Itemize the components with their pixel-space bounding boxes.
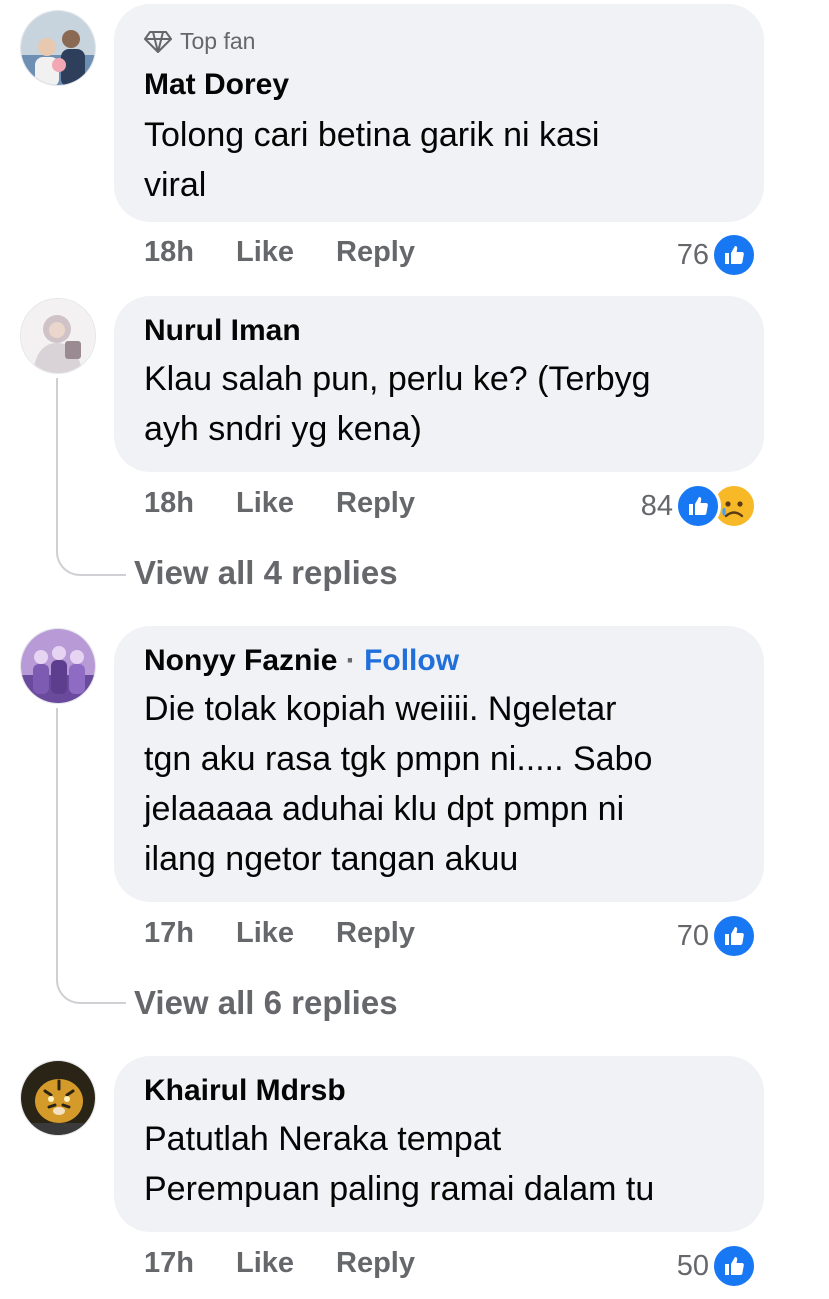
commenter-name[interactable]: Nurul Iman bbox=[144, 314, 301, 348]
timestamp[interactable]: 17h bbox=[144, 917, 194, 950]
commenter-name[interactable]: Khairul Mdrsb bbox=[144, 1074, 346, 1108]
comment-actions: 17h Like Reply bbox=[144, 1247, 457, 1280]
comment-bubble: Nonyy Faznie · Follow Die tolak kopiah w… bbox=[114, 626, 764, 902]
thread-line bbox=[56, 708, 58, 972]
comment-text-line: tgn aku rasa tgk pmpn ni..... Sabo bbox=[144, 740, 653, 778]
reaction-count: 50 bbox=[676, 1249, 709, 1282]
avatar[interactable] bbox=[20, 10, 96, 86]
comment-text-line: Patutlah Neraka tempat bbox=[144, 1120, 502, 1158]
comment-text-line: Klau salah pun, perlu ke? (Terbyg bbox=[144, 360, 651, 398]
reaction-summary[interactable]: 50 bbox=[677, 1243, 757, 1289]
like-button[interactable]: Like bbox=[236, 917, 294, 950]
like-button[interactable]: Like bbox=[236, 1247, 294, 1280]
like-icon bbox=[711, 232, 757, 278]
avatar[interactable] bbox=[20, 298, 96, 374]
view-replies-link[interactable]: View all 4 replies bbox=[134, 554, 398, 592]
comment-text-line: Tolong cari betina garik ni kasi bbox=[144, 116, 600, 154]
avatar[interactable] bbox=[20, 1060, 96, 1136]
commenter-name-text[interactable]: Nonyy Faznie bbox=[144, 644, 337, 677]
like-button[interactable]: Like bbox=[236, 236, 294, 269]
reaction-count: 76 bbox=[676, 238, 709, 271]
reply-button[interactable]: Reply bbox=[336, 236, 415, 269]
like-icon bbox=[675, 483, 721, 529]
diamond-icon bbox=[144, 30, 172, 53]
comment-text: Klau salah pun, perlu ke? (Terbyg ayh sn… bbox=[144, 354, 734, 454]
comment-bubble: Khairul Mdrsb Patutlah Neraka tempat Per… bbox=[114, 1056, 764, 1232]
commenter-name[interactable]: Mat Dorey bbox=[144, 68, 289, 102]
commenter-name: Nonyy Faznie · Follow bbox=[144, 644, 459, 678]
reply-button[interactable]: Reply bbox=[336, 487, 415, 520]
comment-text-line: Die tolak kopiah weiiii. Ngeletar bbox=[144, 690, 617, 728]
timestamp[interactable]: 17h bbox=[144, 1247, 194, 1280]
reaction-summary[interactable]: 70 bbox=[677, 913, 757, 959]
reaction-summary[interactable]: 76 bbox=[677, 232, 757, 278]
thread-connector-tail bbox=[102, 574, 126, 576]
reply-button[interactable]: Reply bbox=[336, 917, 415, 950]
view-replies-link[interactable]: View all 6 replies bbox=[134, 984, 398, 1022]
comment-text: Tolong cari betina garik ni kasi viral bbox=[144, 110, 734, 210]
follow-button[interactable]: Follow bbox=[364, 644, 459, 677]
thread-connector-tail bbox=[102, 1002, 126, 1004]
like-button[interactable]: Like bbox=[236, 487, 294, 520]
comment-bubble: Top fan Mat Dorey Tolong cari betina gar… bbox=[114, 4, 764, 222]
timestamp[interactable]: 18h bbox=[144, 487, 194, 520]
comment-text-line: ayh sndri yg kena) bbox=[144, 410, 422, 448]
comment-text-line: Perempuan paling ramai dalam tu bbox=[144, 1170, 655, 1208]
comment-bubble: Nurul Iman Klau salah pun, perlu ke? (Te… bbox=[114, 296, 764, 472]
reaction-count: 84 bbox=[640, 489, 673, 522]
comment-actions: 17h Like Reply bbox=[144, 917, 457, 950]
comment-actions: 18h Like Reply bbox=[144, 487, 457, 520]
comment-text-line: viral bbox=[144, 166, 207, 204]
comment-text: Patutlah Neraka tempat Perempuan paling … bbox=[144, 1114, 734, 1214]
separator-dot: · bbox=[345, 644, 356, 677]
comment-text-line: ilang ngetor tangan akuu bbox=[144, 840, 519, 878]
thread-connector bbox=[56, 542, 104, 576]
reaction-count: 70 bbox=[676, 919, 709, 952]
like-icon bbox=[711, 1243, 757, 1289]
thread-line bbox=[56, 378, 58, 542]
thread-connector bbox=[56, 970, 104, 1004]
comment-text: Die tolak kopiah weiiii. Ngeletar tgn ak… bbox=[144, 684, 734, 884]
top-fan-badge[interactable]: Top fan bbox=[144, 28, 255, 55]
timestamp[interactable]: 18h bbox=[144, 236, 194, 269]
comment-actions: 18h Like Reply bbox=[144, 236, 457, 269]
reply-button[interactable]: Reply bbox=[336, 1247, 415, 1280]
like-icon bbox=[711, 913, 757, 959]
comment-text-line: jelaaaaa aduhai klu dpt pmpn ni bbox=[144, 790, 625, 828]
badge-label: Top fan bbox=[180, 28, 256, 54]
reaction-summary[interactable]: 84 bbox=[641, 483, 757, 529]
avatar[interactable] bbox=[20, 628, 96, 704]
